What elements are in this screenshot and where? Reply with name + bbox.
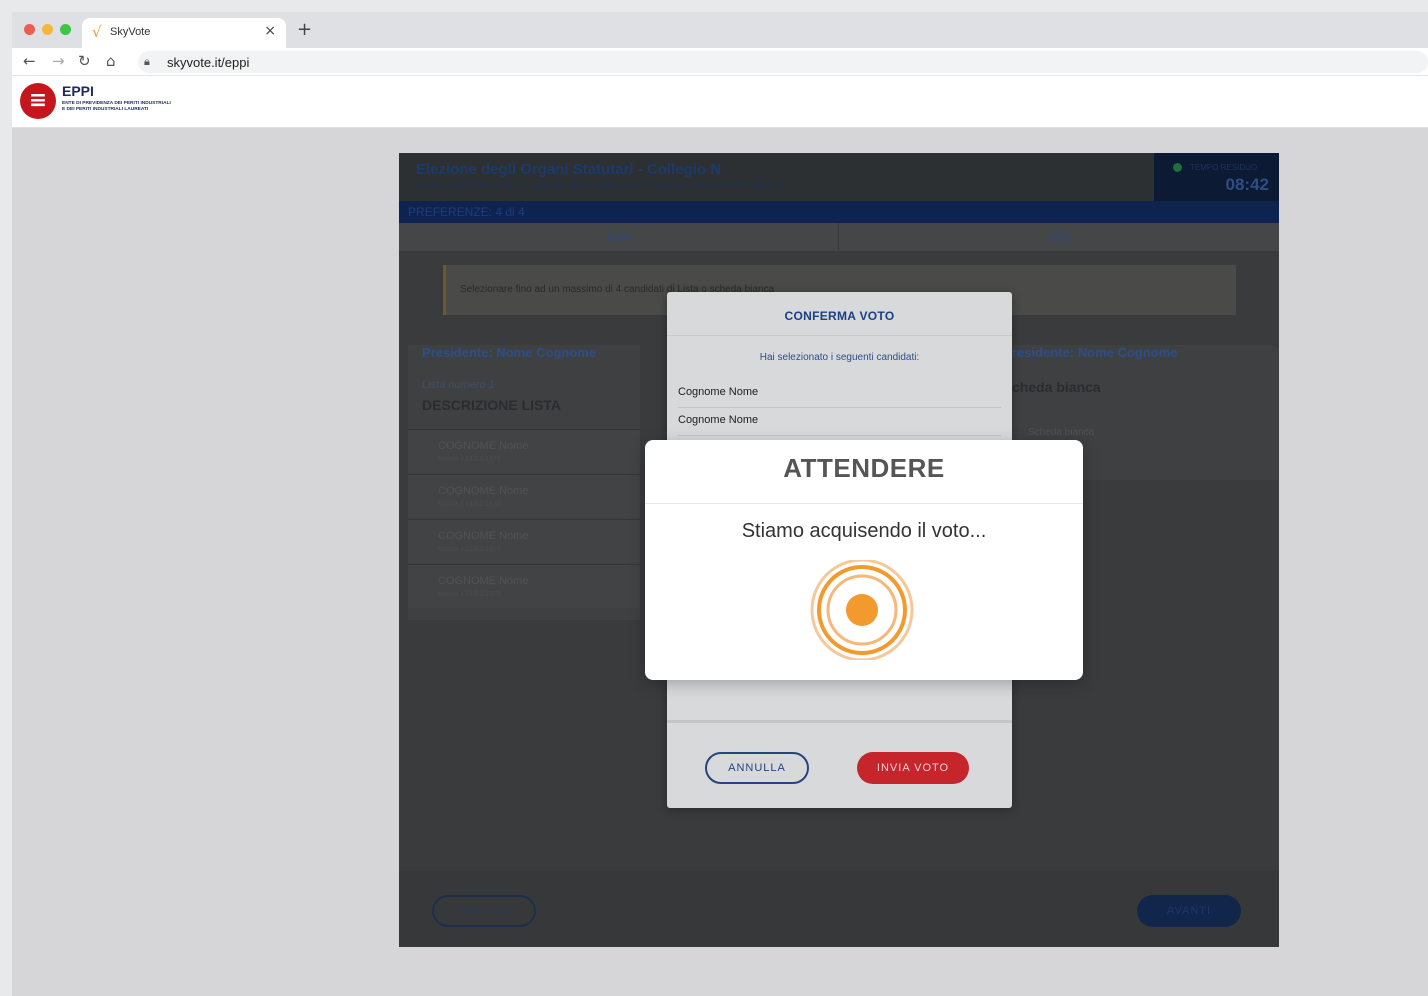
footer-cancel-button[interactable]: ANNULLA — [432, 895, 536, 927]
ballot-tabs: CdA CIG — [399, 223, 1279, 251]
new-tab-icon[interactable]: + — [297, 19, 312, 40]
eppi-logo-subtitle: ENTE DI PREVIDENZA DEI PERITI INDUSTRIAL… — [62, 101, 171, 106]
candidate-row[interactable]: COGNOME Nome Nato/a il 01/01/1970 — [408, 474, 640, 518]
back-icon[interactable]: ← — [23, 52, 36, 70]
election-title: Elezione degli Organi Statutari - Colleg… — [416, 161, 722, 178]
browser-toolbar: ← → ↻ ⌂ 🔒︎ skyvote.it/eppi — [12, 48, 1428, 76]
confirm-modal-title: CONFERMA VOTO — [667, 292, 1012, 336]
wait-modal-message: Stiamo acquisendo il voto... — [741, 520, 987, 542]
eppi-logo-subtitle-2: E DEI PERITI INDUSTRIALI LAUREATI — [62, 107, 149, 112]
candidate-name: COGNOME Nome — [438, 575, 529, 587]
election-header: Elezione degli Organi Statutari - Colleg… — [399, 153, 1279, 201]
candidate-info: Nato/a il 01/01/1970 — [438, 456, 501, 463]
close-window-button[interactable] — [24, 24, 35, 35]
maximize-window-button[interactable] — [60, 24, 71, 35]
lock-icon: 🔒︎ — [144, 55, 150, 68]
tab-cig[interactable]: CIG — [839, 223, 1279, 251]
candidate-row[interactable]: COGNOME Nome Nato/a il 01/01/1970 — [408, 519, 640, 563]
preferences-bar: PREFERENZE: 4 di 4 — [399, 201, 1279, 223]
app-footer: ANNULLA AVANTI — [399, 871, 1279, 947]
send-vote-button[interactable]: INVIA VOTO — [857, 752, 969, 784]
close-tab-icon[interactable]: × — [264, 23, 276, 39]
list-president: Presidente: Nome Cognome — [414, 345, 605, 365]
candidate-info: Nato/a il 01/01/1970 — [438, 546, 501, 553]
list-number: Lista numero 1 — [422, 379, 495, 391]
confirm-modal-intro: Hai selezionato i seguenti candidati: — [759, 352, 920, 363]
candidate-name: COGNOME Nome — [438, 440, 529, 452]
blank-card-president: residente: Nome Cognome — [1012, 345, 1178, 360]
selected-candidate: Cognome Nome — [678, 386, 1001, 408]
confirm-modal-footer: ANNULLA INVIA VOTO — [667, 720, 1012, 808]
blank-card-option[interactable]: Scheda bianca — [1028, 427, 1094, 438]
tab-cda[interactable]: CdA — [399, 223, 839, 251]
loading-spinner-icon — [810, 560, 914, 660]
address-bar[interactable]: 🔒︎ skyvote.it/eppi — [138, 51, 1428, 73]
site-header: ≡ EPPI ENTE DI PREVIDENZA DEI PERITI IND… — [12, 76, 1428, 128]
home-icon[interactable]: ⌂ — [106, 52, 116, 70]
skyvote-favicon-icon: √ — [92, 23, 102, 41]
candidate-row[interactable]: COGNOME Nome Nato/a il 01/01/1970 — [408, 564, 640, 608]
browser-tab[interactable]: √ SkyVote × — [82, 18, 286, 48]
confirm-cancel-button[interactable]: ANNULLA — [705, 752, 809, 784]
candidate-name: COGNOME Nome — [438, 530, 529, 542]
candidate-row[interactable]: COGNOME Nome Nato/a il 01/01/1970 — [408, 429, 640, 473]
url-text[interactable]: skyvote.it/eppi — [167, 55, 249, 70]
list-description: DESCRIZIONE LISTA — [422, 397, 561, 413]
blank-card-title: cheda bianca — [1012, 379, 1101, 395]
candidate-info: Nato/a il 01/01/1970 — [438, 501, 501, 508]
timer-label: TEMPO RESIDUO — [1190, 163, 1258, 172]
list-card[interactable]: Presidente: Nome Cognome Lista numero 1 … — [408, 345, 640, 620]
timer-value: 08:42 — [1225, 175, 1269, 194]
wait-modal-title: ATTENDERE — [645, 440, 1083, 504]
preferences-count: PREFERENZE: 4 di 4 — [408, 205, 525, 219]
timer-status-icon — [1173, 163, 1182, 172]
wait-modal: ATTENDERE Stiamo acquisendo il voto... — [645, 440, 1083, 680]
eppi-logo-name: EPPI — [62, 83, 94, 99]
timer-box: TEMPO RESIDUO 08:42 — [1154, 153, 1279, 201]
candidate-name: COGNOME Nome — [438, 485, 529, 497]
tab-bar: √ SkyVote × + — [12, 12, 1428, 48]
selected-candidate: Cognome Nome — [678, 414, 1001, 436]
tab-title: SkyVote — [110, 26, 151, 38]
election-subtitle: Elezione dei componenti del Consiglio di… — [416, 181, 784, 190]
reload-icon[interactable]: ↻ — [78, 52, 91, 70]
forward-icon[interactable]: → — [52, 52, 65, 70]
footer-next-button[interactable]: AVANTI — [1137, 895, 1241, 927]
candidate-info: Nato/a il 01/01/1970 — [438, 591, 501, 598]
minimize-window-button[interactable] — [42, 24, 53, 35]
eppi-logo-icon[interactable]: ≡ — [20, 83, 56, 119]
